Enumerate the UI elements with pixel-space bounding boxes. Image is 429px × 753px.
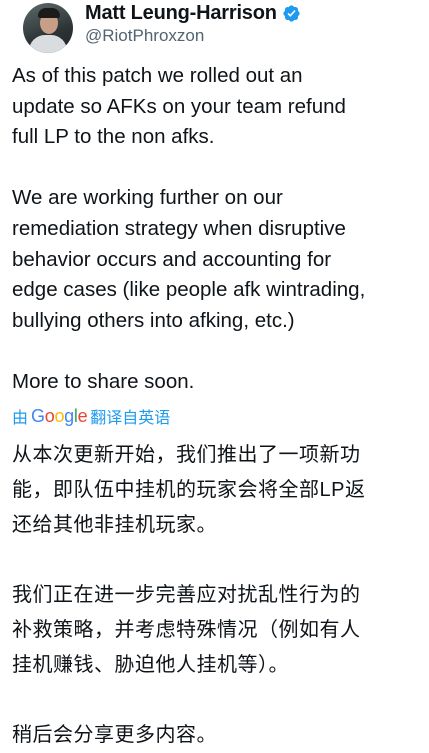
translation-prefix: 由 [12,410,29,427]
tweet-header: Matt Leung-Harrison @RiotPhroxzon [12,0,417,58]
google-logo: Google [31,405,88,426]
tweet-card: Matt Leung-Harrison @RiotPhroxzon As of … [0,0,429,747]
avatar[interactable] [23,3,73,53]
translated-tweet-text: 从本次更新开始，我们推出了一项新功 能，即队伍中挂机的玩家会将全部LP返 还给其… [12,444,366,746]
author-display-name[interactable]: Matt Leung-Harrison [85,2,277,25]
translation-suffix: 翻译自英语 [90,410,171,427]
tweet-text: As of this patch we rolled out an update… [12,64,366,393]
author-handle[interactable]: @RiotPhroxzon [85,26,204,46]
translation-attribution[interactable]: 由 Google 翻译自英语 [12,404,170,428]
verified-badge-icon [283,4,300,22]
author-name-row[interactable]: Matt Leung-Harrison [85,0,301,26]
